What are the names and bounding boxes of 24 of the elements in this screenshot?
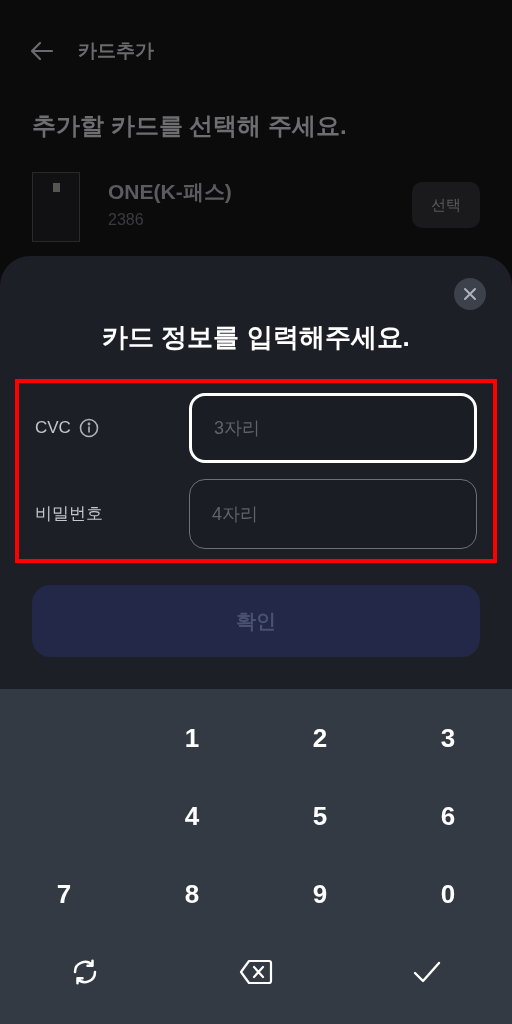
digit-key[interactable]: 7 — [44, 874, 84, 914]
info-icon[interactable] — [78, 418, 99, 438]
digit-key[interactable]: 6 — [428, 796, 468, 836]
sheet-title: 카드 정보를 입력해주세요. — [101, 321, 411, 354]
close-button[interactable] — [454, 278, 486, 310]
card-thumbnail — [32, 172, 80, 242]
digit-key[interactable]: 5 — [300, 796, 340, 836]
check-icon[interactable] — [411, 960, 442, 984]
digit-key[interactable]: 9 — [300, 874, 340, 914]
backspace-icon[interactable] — [239, 959, 273, 985]
digit-key[interactable]: 2 — [300, 718, 340, 758]
field-label: 비밀번호 — [35, 503, 103, 526]
digit-key[interactable]: 0 — [428, 874, 468, 914]
digit-key[interactable]: 8 — [172, 874, 212, 914]
close-icon — [463, 287, 477, 301]
back-arrow-icon[interactable] — [30, 41, 54, 61]
page-title: 카드추가 — [78, 38, 154, 63]
digit-key[interactable]: 4 — [172, 796, 212, 836]
digit-key[interactable]: 1 — [172, 718, 212, 758]
digit-key[interactable]: 3 — [428, 718, 468, 758]
field-label: CVC — [35, 417, 71, 440]
section-heading: 추가할 카드를 선택해 주세요. — [31, 111, 348, 141]
input-field[interactable]: 4자리 — [189, 479, 477, 549]
card-name: ONE(K-패스) — [108, 179, 232, 205]
